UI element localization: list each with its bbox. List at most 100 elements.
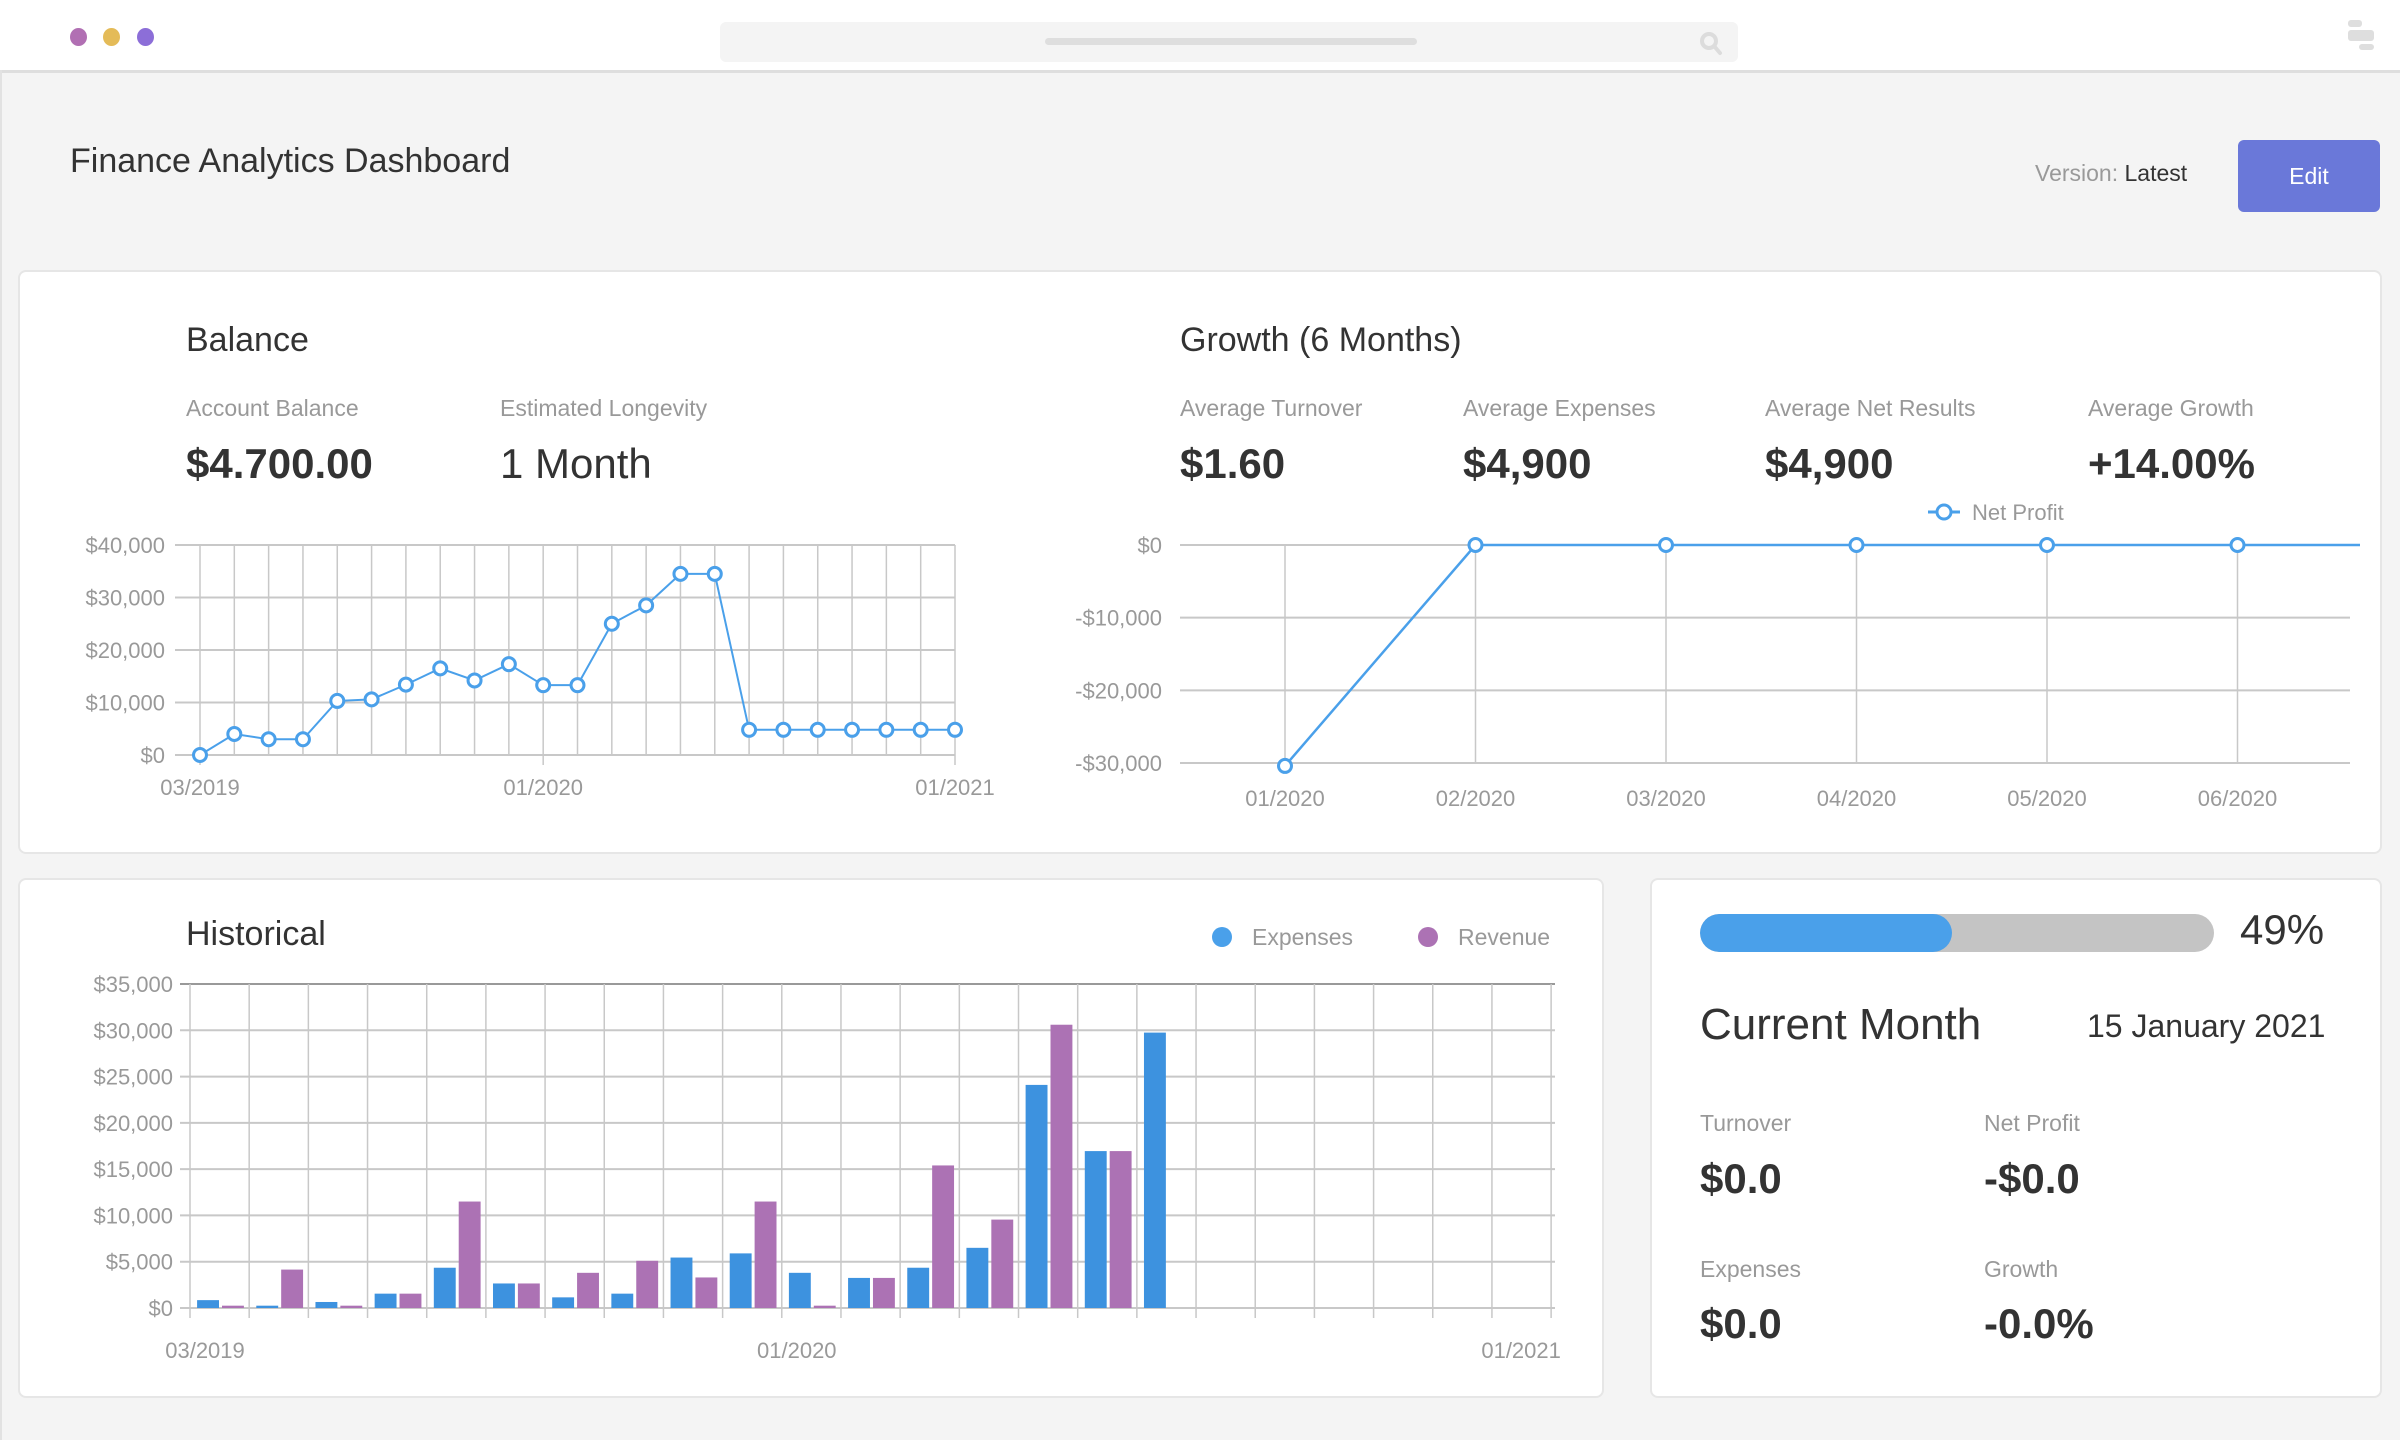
expenses-bar bbox=[552, 1297, 575, 1308]
revenue-bar bbox=[577, 1272, 599, 1308]
balance-point bbox=[672, 565, 689, 582]
historical-chart: $0 $5,000 $10,000 $15,000 $20,000 $25,000 $30,… bbox=[93, 924, 1560, 1363]
y-tick-label: $10,000 bbox=[93, 1203, 173, 1228]
net-profit-point bbox=[1467, 537, 1484, 553]
growth-title: Growth (6 Months) bbox=[1180, 321, 1462, 359]
page-title: Finance Analytics Dashboard bbox=[70, 142, 511, 180]
y-tick-label: -$20,000 bbox=[1075, 678, 1162, 703]
menu-icon[interactable] bbox=[2340, 18, 2380, 54]
legend-expenses-label: Expenses bbox=[1252, 924, 1353, 950]
y-tick-label: $20,000 bbox=[85, 638, 165, 663]
x-tick-label: 03/2020 bbox=[1626, 786, 1706, 811]
average-growth-value: +14.00% bbox=[2088, 440, 2255, 487]
search-icon[interactable] bbox=[1698, 30, 1724, 56]
revenue-bar bbox=[695, 1277, 718, 1308]
window-left-edge bbox=[0, 70, 2, 1440]
expenses-bar bbox=[197, 1300, 219, 1308]
balance-point bbox=[226, 726, 243, 742]
balance-point bbox=[329, 692, 346, 709]
balance-point bbox=[844, 721, 861, 738]
balance-point bbox=[809, 721, 826, 738]
revenue-bar bbox=[991, 1219, 1014, 1308]
x-tick-label: 06/2020 bbox=[2198, 786, 2278, 811]
y-tick-label: $30,000 bbox=[85, 586, 165, 611]
version-indicator[interactable]: Version: Latest bbox=[2035, 160, 2187, 187]
balance-point bbox=[912, 721, 929, 738]
current-month-title: Current Month bbox=[1700, 1000, 1982, 1049]
net-profit-point bbox=[1848, 537, 1865, 553]
growth-chart: $0 -$10,000 -$20,000 -$30,000 01/2020 02/2020… bbox=[1075, 500, 2360, 811]
revenue-bar bbox=[636, 1260, 659, 1308]
balance-point bbox=[706, 565, 723, 582]
x-tick-label: 01/2020 bbox=[1245, 786, 1325, 811]
window-topbar bbox=[0, 0, 2400, 73]
account-balance-value: $4.700.00 bbox=[186, 440, 373, 487]
balance-point bbox=[775, 721, 792, 738]
estimated-longevity-value: 1 Month bbox=[500, 440, 652, 487]
balance-point bbox=[535, 677, 552, 694]
legend-expenses-marker bbox=[1212, 927, 1232, 947]
balance-point bbox=[466, 672, 483, 689]
expenses-bar bbox=[966, 1247, 989, 1308]
revenue-bar bbox=[340, 1305, 363, 1308]
x-tick-label: 01/2020 bbox=[757, 1338, 837, 1363]
growth-label: Growth bbox=[1984, 1256, 2059, 1282]
net-profit-label: Net Profit bbox=[1984, 1110, 2080, 1136]
y-tick-label: $10,000 bbox=[85, 691, 165, 716]
y-tick-label: $20,000 bbox=[93, 1111, 173, 1136]
y-tick-label: -$10,000 bbox=[1075, 606, 1162, 631]
legend-net-profit-label: Net Profit bbox=[1972, 500, 2064, 525]
y-tick-label: $30,000 bbox=[93, 1018, 173, 1043]
expenses-bar bbox=[729, 1253, 752, 1308]
average-expenses-label: Average Expenses bbox=[1463, 395, 1656, 421]
estimated-longevity-label: Estimated Longevity bbox=[500, 395, 708, 421]
search-placeholder-bar bbox=[1045, 38, 1417, 45]
y-tick-label: $35,000 bbox=[93, 972, 173, 997]
net-profit-point bbox=[2229, 537, 2246, 553]
balance-point bbox=[878, 721, 895, 738]
y-tick-label: $40,000 bbox=[85, 533, 165, 558]
window-dot-minimize[interactable] bbox=[103, 28, 120, 46]
y-tick-label: $0 bbox=[149, 1296, 173, 1321]
net-profit-value: -$0.0 bbox=[1984, 1155, 2080, 1202]
revenue-bar bbox=[754, 1201, 777, 1308]
average-turnover-value: $1.60 bbox=[1180, 440, 1286, 487]
revenue-bar bbox=[1050, 1024, 1073, 1308]
y-tick-label: $0 bbox=[141, 743, 165, 768]
y-tick-label: -$30,000 bbox=[1075, 751, 1162, 776]
balance-point bbox=[260, 731, 277, 748]
average-net-results-value: $4,900 bbox=[1765, 440, 1894, 487]
balance-point bbox=[569, 677, 586, 694]
balance-point bbox=[741, 721, 758, 738]
turnover-label: Turnover bbox=[1700, 1110, 1792, 1136]
x-tick-label: 02/2020 bbox=[1436, 786, 1516, 811]
expenses-bar bbox=[848, 1277, 870, 1308]
x-tick-label: 05/2020 bbox=[2007, 786, 2087, 811]
search-input[interactable] bbox=[720, 22, 1738, 62]
y-tick-label: $25,000 bbox=[93, 1065, 173, 1090]
balance-point bbox=[500, 656, 517, 673]
revenue-bar bbox=[221, 1305, 244, 1308]
month-progress-label: 49% bbox=[2240, 906, 2325, 953]
turnover-value: $0.0 bbox=[1700, 1155, 1782, 1202]
x-tick-label: 01/2020 bbox=[503, 775, 583, 800]
expenses-bar bbox=[374, 1293, 397, 1308]
balance-point bbox=[432, 660, 449, 677]
legend-revenue-marker bbox=[1418, 927, 1438, 947]
x-tick-label: 03/2019 bbox=[160, 775, 240, 800]
window-dot-close[interactable] bbox=[70, 28, 87, 46]
legend-revenue-label: Revenue bbox=[1458, 924, 1550, 950]
average-turnover-label: Average Turnover bbox=[1180, 395, 1363, 421]
window-dot-maximize[interactable] bbox=[137, 28, 154, 46]
balance-chart: $0 $10,000 $20,000 $30,000 $40,000 03/2019 01/… bbox=[85, 533, 994, 800]
balance-point bbox=[603, 615, 620, 632]
expenses-bar bbox=[492, 1283, 515, 1308]
expenses-bar bbox=[670, 1257, 693, 1308]
balance-point bbox=[192, 747, 208, 763]
y-tick-label: $5,000 bbox=[106, 1250, 173, 1275]
balance-point bbox=[294, 731, 311, 748]
revenue-bar bbox=[932, 1165, 955, 1308]
revenue-bar bbox=[813, 1305, 836, 1308]
edit-button[interactable]: Edit bbox=[2238, 140, 2380, 212]
average-expenses-value: $4,900 bbox=[1463, 440, 1592, 487]
